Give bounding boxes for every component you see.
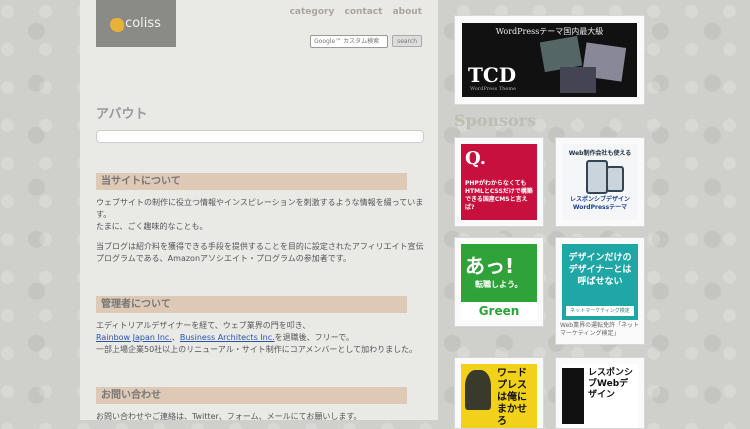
title-underline (96, 130, 424, 143)
top-nav: category contact about (283, 7, 422, 17)
search-form: search (310, 35, 422, 48)
logo-text: coliss (125, 16, 161, 31)
about-site-text: ウェブサイトの制作に役立つ情報やインスピレーションを刺激するような情報を綴ってい… (96, 197, 426, 233)
sponsor-ad-green-big: あっ! (465, 254, 515, 278)
character-illustration (465, 370, 491, 410)
comic-panel (562, 368, 584, 424)
site-logo[interactable]: coliss (96, 0, 176, 47)
about-site-line1: ウェブサイトの制作に役立つ情報やインスピレーションを刺激するような情報を綴ってい… (96, 198, 424, 219)
sponsor-ad-responsive-book[interactable]: レスポンシブWebデザイン (555, 357, 645, 429)
admin-line1: エディトリアルデザイナーを経て、ウェブ業界の門を叩き、 (96, 321, 311, 330)
bird-icon (110, 18, 124, 32)
contact-text: お問い合わせやご連絡は、Twitter、フォーム、メールにてお願いします。 (96, 412, 362, 421)
tcd-banner-title: WordPressテーマ国内最大級 (495, 27, 604, 36)
sponsor-ad-net-marketing-caption: Web業界の運転免許「ネットマーケティング検定」 (560, 322, 640, 337)
sponsor-ad-net-marketing-badge: ネットマーケティング検定 (566, 306, 634, 316)
main-column: coliss category contact about search アバウ… (80, 0, 438, 421)
theme-preview-card (560, 67, 596, 93)
sponsor-ad-php[interactable]: Q. PHPがわからなくてもHTMLとCSSだけで構築できる国産CMSと言えば? (454, 137, 544, 227)
sponsor-ad-wordpress-book[interactable]: ワードプレスは俺にまかせろ (454, 357, 544, 429)
sponsor-ad-net-marketing-image: デザインだけのデザイナーとは呼ばせない ネットマーケティング検定 (562, 244, 638, 320)
affiliate-text: 当ブログは紹介料を獲得できる手段を提供することを目的に設定されたアフィリエイト宣… (96, 242, 424, 263)
sponsor-ad-php-text: PHPがわからなくてもHTMLとCSSだけで構築できる国産CMSと言えば? (465, 180, 533, 211)
sponsor-ad-green[interactable]: あっ! 転職しよう。 Green (454, 237, 544, 327)
about-site-line2: たまに、ごく趣味的なことも。 (96, 222, 208, 231)
sponsor-ad-green-small: 転職しよう。 (475, 280, 523, 289)
business-architects-link[interactable]: Business Architects Inc. (180, 333, 275, 342)
search-button[interactable]: search (392, 35, 422, 47)
section-heading-contact: お問い合わせ (96, 387, 407, 404)
phone-icon (586, 160, 608, 194)
tcd-banner-ad[interactable]: WordPressテーマ国内最大級 TCD WordPress Theme (454, 15, 645, 105)
section-heading-admin: 管理者について (96, 296, 407, 313)
admin-text: エディトリアルデザイナーを経て、ウェブ業界の門を叩き、 Rainbow Japa… (96, 320, 426, 356)
tcd-sub-text: WordPress Theme (470, 86, 517, 92)
nav-contact[interactable]: contact (344, 7, 382, 17)
sponsor-ad-responsive-theme[interactable]: Web制作会社も使える レスポンシブデザインWordPressテーマ (555, 137, 645, 227)
admin-line2-tail: を退職後、フリーで。 (274, 333, 354, 342)
rainbow-japan-link[interactable]: Rainbow Japan Inc. (96, 333, 172, 342)
sponsor-ad-responsive-bottom: レスポンシブデザインWordPressテーマ (569, 196, 630, 211)
admin-sep: 、 (171, 333, 180, 342)
search-input[interactable] (310, 35, 389, 48)
page-title: アバウト (96, 107, 148, 122)
sponsor-ad-green-image: あっ! 転職しよう。 Green (461, 244, 537, 320)
sponsor-ad-wordpress-book-text: ワードプレスは俺にまかせろ (497, 368, 527, 427)
sponsor-ad-responsive-book-text: レスポンシブWebデザイン (588, 368, 634, 400)
sponsor-ad-responsive-top: Web制作会社も使える (568, 150, 632, 157)
admin-line3: 一部上場企業50社以上のリニューアル・サイト制作にコアメンバーとして加わりました… (96, 345, 418, 354)
tcd-banner-image: WordPressテーマ国内最大級 TCD WordPress Theme (462, 23, 637, 97)
sponsor-ad-responsive-image: Web制作会社も使える レスポンシブデザインWordPressテーマ (562, 144, 638, 220)
sponsor-ad-wordpress-book-image: ワードプレスは俺にまかせろ (461, 364, 537, 428)
tcd-logo-text: TCD (468, 63, 517, 87)
section-heading-about-site: 当サイトについて (96, 173, 407, 190)
sponsors-heading: Sponsors (454, 111, 537, 130)
nav-category[interactable]: category (290, 7, 335, 17)
sponsor-ad-responsive-book-image: レスポンシブWebデザイン (562, 364, 638, 428)
q-badge: Q. (465, 148, 487, 169)
sponsor-ad-php-image: Q. PHPがわからなくてもHTMLとCSSだけで構築できる国産CMSと言えば? (461, 144, 537, 220)
nav-about[interactable]: about (393, 7, 422, 17)
green-brand-logo: Green (461, 302, 537, 320)
tablet-icon (606, 166, 624, 192)
sponsor-ad-net-marketing[interactable]: デザインだけのデザイナーとは呼ばせない ネットマーケティング検定 Web業界の運… (555, 237, 645, 345)
sponsor-ad-net-marketing-text: デザインだけのデザイナーとは呼ばせない (568, 253, 632, 287)
